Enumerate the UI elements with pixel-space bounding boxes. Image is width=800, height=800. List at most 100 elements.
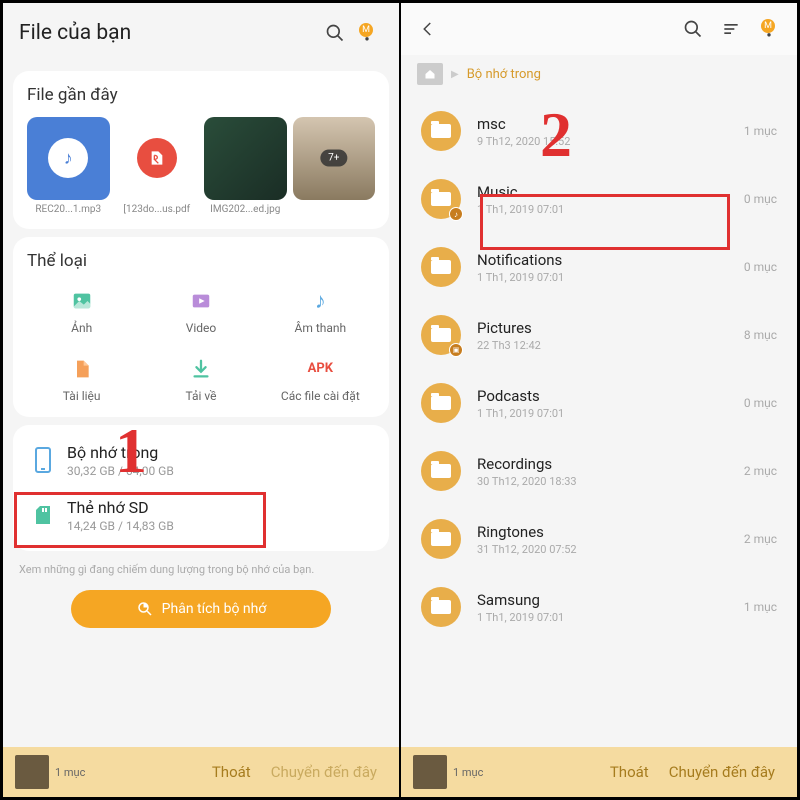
move-here-button[interactable]: Chuyển đến đây: [659, 763, 785, 781]
pdf-icon: [149, 150, 165, 166]
recent-title: File gần đây: [27, 85, 375, 105]
folder-item-count: 0 mục: [744, 396, 777, 410]
categories-card: Thể loại Ảnh Video ♪ Âm thanh Tài liệu T…: [13, 237, 389, 417]
category-label: Các file cài đặt: [281, 389, 360, 403]
storage-card: Bộ nhớ trong 30,32 GB / 64,00 GB Thẻ nhớ…: [13, 425, 389, 551]
folder-date: 1 Th1, 2019 07:01: [477, 203, 744, 216]
exit-button[interactable]: Thoát: [600, 763, 659, 781]
folder-item-count: 1 mục: [744, 124, 777, 138]
folder-row[interactable]: Ringtones 31 Th12, 2020 07:52 2 mục: [417, 505, 781, 573]
recent-filename: IMG202...ed.jpg: [204, 204, 287, 215]
folder-name: Notifications: [477, 251, 744, 269]
music-thumbnail: ♪: [27, 117, 110, 200]
image-badge-icon: ▣: [449, 343, 463, 357]
categories-grid: Ảnh Video ♪ Âm thanh Tài liệu Tải về APK…: [27, 283, 375, 403]
analyze-label: Phân tích bộ nhớ: [162, 601, 267, 617]
category-downloads[interactable]: Tải về: [146, 355, 255, 403]
folder-row[interactable]: ▣ Pictures 22 Th3 12:42 8 mục: [417, 301, 781, 369]
music-badge-icon: ♪: [449, 207, 463, 221]
more-button[interactable]: M: [351, 17, 383, 49]
folder-name: Samsung: [477, 591, 744, 609]
storage-footnote: Xem những gì đang chiếm dung lượng trong…: [3, 559, 399, 584]
audio-icon: ♪: [306, 287, 334, 315]
folder-row[interactable]: msc 9 Th12, 2020 15:52 1 mục: [417, 97, 781, 165]
storage-name: Thẻ nhớ SD: [67, 498, 371, 517]
category-documents[interactable]: Tài liệu: [27, 355, 136, 403]
chevron-left-icon: [419, 20, 437, 38]
selection-thumbnail[interactable]: [413, 755, 447, 789]
folder-date: 1 Th1, 2019 07:01: [477, 407, 744, 420]
breadcrumb-home[interactable]: [417, 63, 443, 85]
panel-internal-storage: M ▶ Bộ nhớ trong msc 9 Th12, 2020 15:52 …: [400, 0, 800, 800]
breadcrumb-current: Bộ nhớ trong: [467, 67, 541, 82]
folder-date: 31 Th12, 2020 07:52: [477, 543, 744, 556]
folder-item-count: 8 mục: [744, 328, 777, 342]
category-label: Ảnh: [71, 321, 92, 335]
recent-item[interactable]: ♪ REC20...1.mp3: [27, 117, 110, 215]
pdf-thumbnail: [116, 117, 199, 200]
folder-row[interactable]: Podcasts 1 Th1, 2019 07:01 0 mục: [417, 369, 781, 437]
folder-row[interactable]: Samsung 1 Th1, 2019 07:01 1 mục: [417, 573, 781, 641]
back-button[interactable]: [413, 14, 443, 44]
folder-item-count: 0 mục: [744, 192, 777, 206]
chevron-right-icon: ▶: [451, 69, 459, 80]
folder-row[interactable]: Notifications 1 Th1, 2019 07:01 0 mục: [417, 233, 781, 301]
categories-title: Thể loại: [27, 251, 375, 271]
breadcrumb: ▶ Bộ nhớ trong: [401, 55, 797, 97]
more-count-badge: 7+: [320, 150, 347, 167]
folder-icon: [421, 111, 461, 151]
storage-sd[interactable]: Thẻ nhớ SD 14,24 GB / 14,83 GB: [27, 488, 375, 543]
page-title: File của bạn: [19, 21, 319, 45]
storage-internal[interactable]: Bộ nhớ trong 30,32 GB / 64,00 GB: [27, 433, 375, 488]
category-images[interactable]: Ảnh: [27, 287, 136, 335]
download-icon: [187, 355, 215, 383]
category-video[interactable]: Video: [146, 287, 255, 335]
category-apk[interactable]: APK Các file cài đặt: [266, 355, 375, 403]
folder-date: 22 Th3 12:42: [477, 339, 744, 352]
search-icon: [325, 23, 345, 43]
recent-item[interactable]: IMG202...ed.jpg: [204, 117, 287, 215]
analyze-icon: [136, 600, 154, 618]
folder-item-count: 2 mục: [744, 532, 777, 546]
document-icon: [68, 355, 96, 383]
selection-thumbnail[interactable]: [15, 755, 49, 789]
recent-filename: REC20...1.mp3: [27, 204, 110, 215]
sort-button[interactable]: [715, 13, 747, 45]
search-button[interactable]: [677, 13, 709, 45]
folder-icon: [421, 247, 461, 287]
folder-row[interactable]: ♪ Music 1 Th1, 2019 07:01 0 mục: [417, 165, 781, 233]
folder-item-count: 0 mục: [744, 260, 777, 274]
folder-icon: ♪: [421, 179, 461, 219]
recent-item[interactable]: 7+: [293, 117, 376, 215]
video-icon: [187, 287, 215, 315]
storage-name: Bộ nhớ trong: [67, 443, 371, 462]
category-label: Tài liệu: [63, 389, 101, 403]
folder-name: Podcasts: [477, 387, 744, 405]
apk-icon: APK: [306, 355, 334, 383]
category-label: Video: [186, 321, 217, 335]
folder-item-count: 2 mục: [744, 464, 777, 478]
folder-name: Pictures: [477, 319, 744, 337]
folder-row[interactable]: Recordings 30 Th12, 2020 18:33 2 mục: [417, 437, 781, 505]
selection-count: 1 mục: [55, 766, 85, 779]
selection-count: 1 mục: [453, 766, 483, 779]
search-button[interactable]: [319, 17, 351, 49]
image-thumbnail: 7+: [293, 117, 376, 200]
avatar-badge: M: [761, 19, 775, 33]
home-icon: [423, 68, 437, 80]
avatar-badge: M: [359, 23, 373, 37]
header: File của bạn M: [3, 3, 399, 63]
analyze-storage-button[interactable]: Phân tích bộ nhớ: [71, 590, 331, 628]
storage-capacity: 14,24 GB / 14,83 GB: [67, 519, 371, 533]
folder-name: Music: [477, 183, 744, 201]
recent-item[interactable]: [123do...us.pdf: [116, 117, 199, 215]
folder-icon: [421, 383, 461, 423]
more-button[interactable]: M: [753, 13, 785, 45]
image-icon: [68, 287, 96, 315]
category-audio[interactable]: ♪ Âm thanh: [266, 287, 375, 335]
folder-icon: [421, 519, 461, 559]
exit-button[interactable]: Thoát: [202, 763, 261, 781]
panel-my-files: File của bạn M File gần đây ♪ REC20...1.…: [0, 0, 400, 800]
recent-files-card: File gần đây ♪ REC20...1.mp3 [123do...us…: [13, 71, 389, 229]
move-here-button[interactable]: Chuyển đến đây: [261, 763, 387, 781]
